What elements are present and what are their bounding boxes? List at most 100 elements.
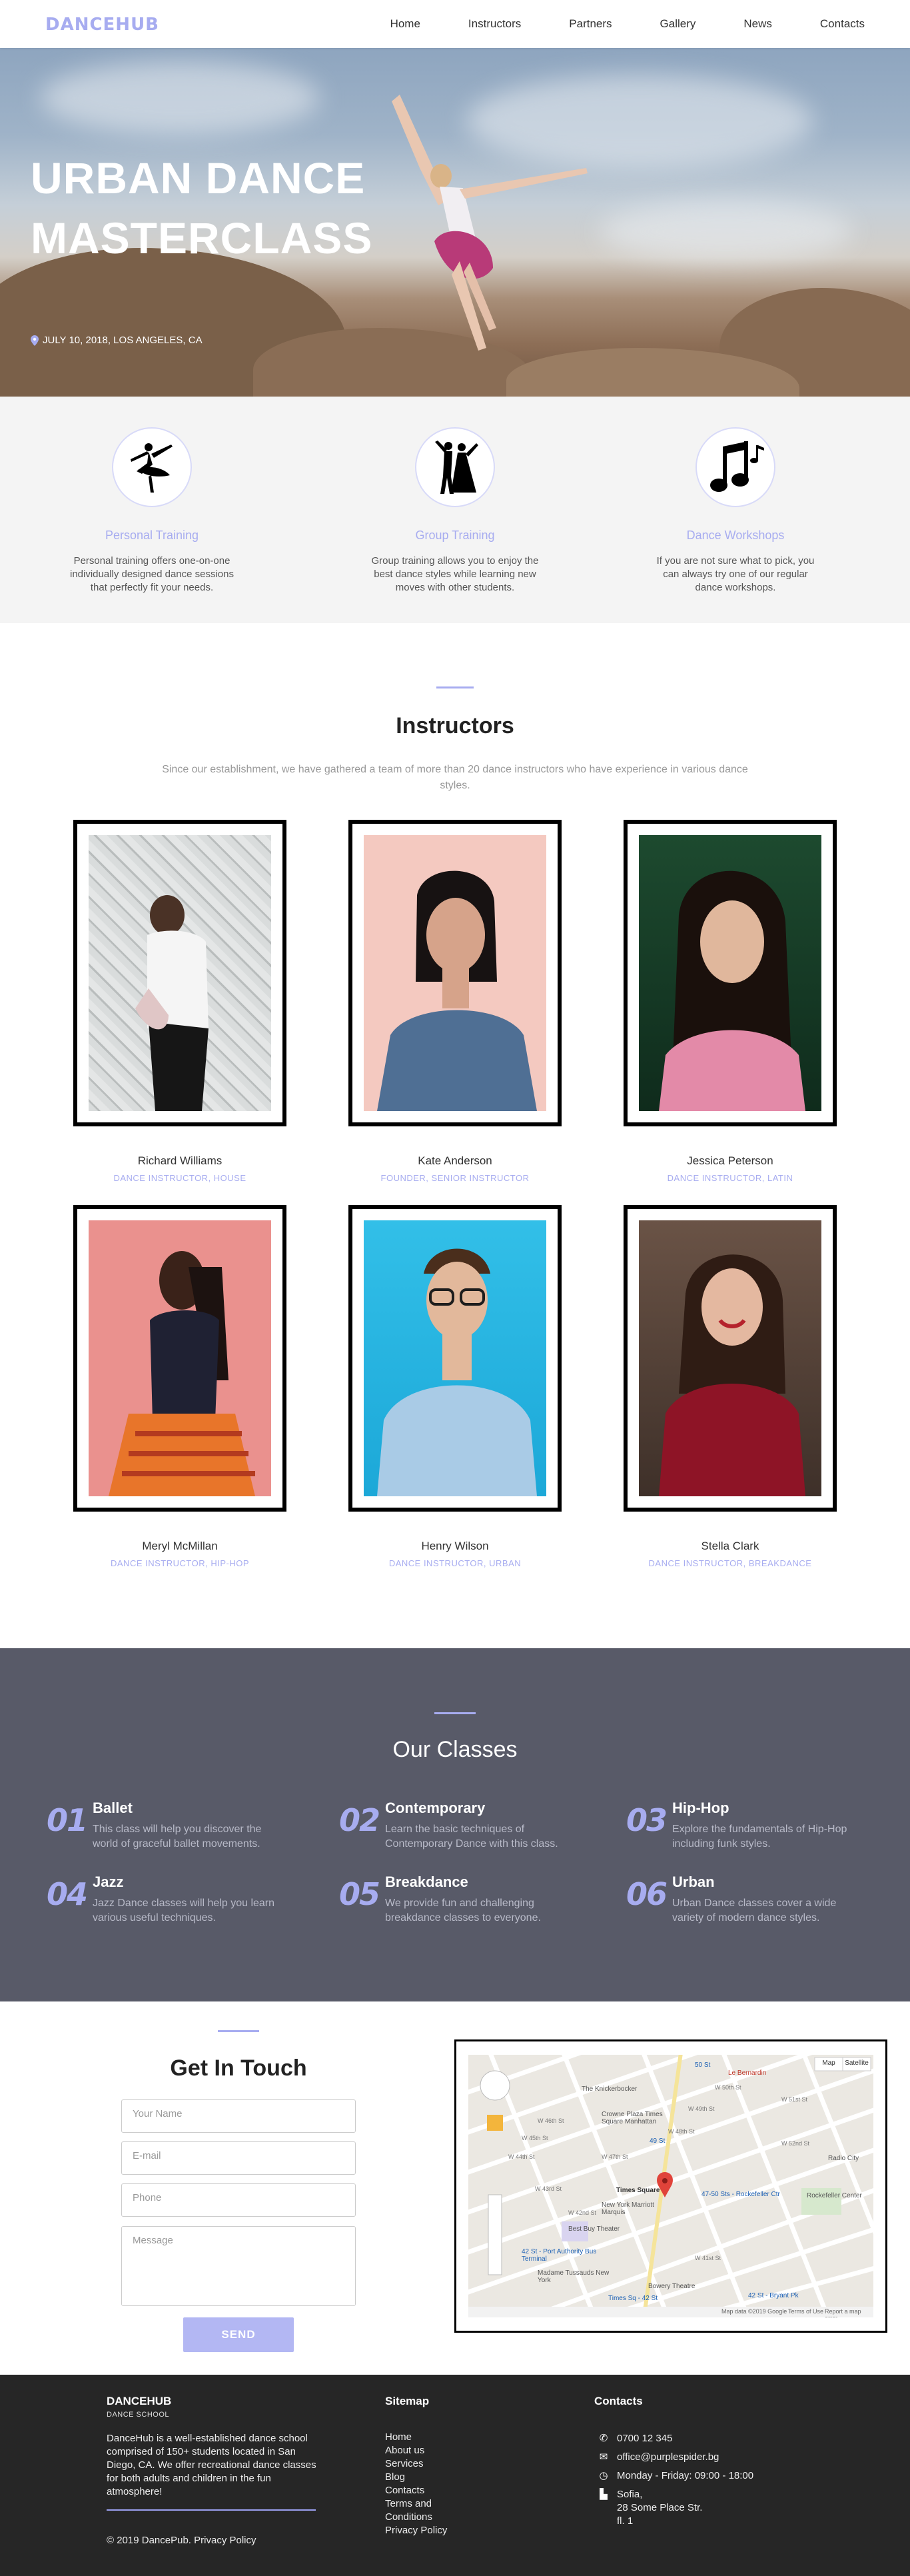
building-icon: ▙: [600, 2489, 608, 2500]
hero-title: URBAN DANCE MASTERCLASS: [31, 148, 372, 268]
map-terms-link[interactable]: Terms of Use: [788, 2308, 823, 2315]
nav-link-gallery[interactable]: Gallery: [660, 17, 696, 31]
feature-group-training: Group Training Group training allows you…: [355, 427, 555, 595]
map-report-link[interactable]: Report a map error: [825, 2308, 873, 2317]
instructor-name: Stella Clark: [701, 1540, 759, 1552]
name-field[interactable]: Your Name: [121, 2099, 356, 2133]
site-footer: DANCEHUB DANCE SCHOOL DanceHub is a well…: [0, 2375, 910, 2576]
class-item[interactable]: 04 Jazz Jazz Dance classes will help you…: [47, 1874, 286, 1933]
nav-link-news[interactable]: News: [743, 17, 772, 31]
sitemap-link-terms[interactable]: Terms and: [385, 2497, 447, 2511]
class-item[interactable]: 01 Ballet This class will help you disco…: [47, 1800, 286, 1860]
google-map[interactable]: Map Satellite Map data ©2019 Google Term…: [468, 2055, 873, 2317]
class-number: 03: [626, 1802, 668, 1838]
sitemap-link-blog[interactable]: Blog: [385, 2471, 447, 2484]
instructor-photo-frame: [348, 1205, 562, 1512]
sitemap-link-about[interactable]: About us: [385, 2444, 447, 2457]
instructor-card[interactable]: Kate Anderson FOUNDER, SENIOR INSTRUCTOR: [348, 820, 562, 1183]
address-line: fl. 1: [617, 2515, 634, 2527]
instructor-card[interactable]: Jessica Peterson DANCE INSTRUCTOR, LATIN: [624, 820, 837, 1183]
sitemap-link-privacy[interactable]: Privacy Policy: [385, 2524, 447, 2537]
instructor-card[interactable]: Henry Wilson DANCE INSTRUCTOR, URBAN: [348, 1205, 562, 1568]
class-title: Contemporary: [385, 1800, 486, 1816]
map-label: 42 St - Port Authority Bus Terminal: [522, 2248, 597, 2263]
sitemap-link-home[interactable]: Home: [385, 2431, 447, 2444]
sitemap-link-services[interactable]: Services: [385, 2457, 447, 2471]
class-description: Learn the basic techniques of Contempora…: [385, 1824, 558, 1850]
hero-event-meta: JULY 10, 2018, LOS ANGELES, CA: [31, 335, 203, 346]
instructor-photo-frame: [73, 820, 286, 1126]
sitemap-link-contacts[interactable]: Contacts: [385, 2484, 447, 2497]
footer-about: DanceHub is a well-established dance sch…: [107, 2433, 316, 2497]
message-field[interactable]: Message: [121, 2226, 356, 2306]
phone-field[interactable]: Phone: [121, 2183, 356, 2217]
contact-email[interactable]: office@purplespider.bg: [617, 2451, 719, 2464]
map-type-satellite-button[interactable]: Satellite: [843, 2059, 871, 2067]
instructor-card[interactable]: Richard Williams DANCE INSTRUCTOR, HOUSE: [73, 820, 286, 1183]
nav-link-contacts[interactable]: Contacts: [820, 17, 865, 31]
class-item[interactable]: 05 Breakdance We provide fun and challen…: [339, 1874, 579, 1933]
class-item[interactable]: 03 Hip-Hop Explore the fundamentals of H…: [626, 1800, 866, 1860]
map-label: The Knickerbocker: [582, 2085, 638, 2093]
instructor-name: Richard Williams: [137, 1154, 223, 1167]
class-title: Jazz: [93, 1874, 124, 1890]
instructor-photo: [639, 1220, 821, 1496]
map-label: Times Square: [616, 2187, 660, 2194]
map-label: W 43rd St: [535, 2185, 562, 2192]
footer-copyright[interactable]: © 2019 DancePub. Privacy Policy: [107, 2535, 256, 2546]
contact-phone[interactable]: 0700 12 345: [617, 2432, 672, 2445]
class-item[interactable]: 02 Contemporary Learn the basic techniqu…: [339, 1800, 579, 1860]
location-pin-icon: [31, 335, 39, 346]
instructor-role: DANCE INSTRUCTOR, HOUSE: [113, 1173, 246, 1183]
map-label: W 50th St: [715, 2084, 741, 2091]
map-type-map-button[interactable]: Map: [815, 2059, 843, 2067]
map-label: Le Bernardin: [728, 2069, 767, 2077]
email-field[interactable]: E-mail: [121, 2141, 356, 2175]
contact-email-row: ✉ office@purplespider.bg: [598, 2451, 719, 2464]
class-description: We provide fun and challenging breakdanc…: [385, 1898, 541, 1924]
map-frame: Map Satellite Map data ©2019 Google Term…: [454, 2039, 887, 2333]
nav-link-home[interactable]: Home: [390, 17, 420, 31]
instructor-card[interactable]: Stella Clark DANCE INSTRUCTOR, BREAKDANC…: [624, 1205, 837, 1568]
hero-cloud: [600, 201, 853, 261]
section-divider: [434, 1712, 476, 1714]
nav-link-partners[interactable]: Partners: [569, 17, 612, 31]
phone-icon: ✆: [599, 2433, 608, 2444]
map-label: 50 St: [695, 2061, 711, 2069]
person-silhouette: [659, 1254, 805, 1496]
send-button[interactable]: SEND: [183, 2317, 294, 2352]
nav-links: Home Instructors Partners Gallery News C…: [342, 17, 865, 31]
class-title: Hip-Hop: [672, 1800, 729, 1816]
map-label: 49 St: [650, 2137, 666, 2145]
hero-banner: URBAN DANCE MASTERCLASS JULY 10, 2018, L…: [0, 48, 910, 397]
contact-address: Sofia, 28 Some Place Str. fl. 1: [617, 2488, 702, 2528]
map-label: Times Sq - 42 St: [608, 2295, 658, 2302]
classes-title: Our Classes: [392, 1737, 518, 1762]
map-label: W 51st St: [781, 2096, 808, 2103]
instructor-role: DANCE INSTRUCTOR, LATIN: [667, 1173, 793, 1183]
nav-link-instructors[interactable]: Instructors: [468, 17, 521, 31]
map-streets: [468, 2055, 873, 2317]
instructor-photo: [89, 1220, 271, 1496]
instructor-photo: [364, 1220, 546, 1496]
feature-text: Personal training offers one-on-one indi…: [70, 555, 234, 593]
footer-divider: [107, 2509, 316, 2511]
sitemap-link-conditions[interactable]: Conditions: [385, 2511, 447, 2524]
ballerina-figure: [392, 95, 588, 351]
map-label: Best Buy Theater: [568, 2225, 620, 2233]
section-divider: [218, 2030, 259, 2032]
instructor-role: DANCE INSTRUCTOR, HIP-HOP: [111, 1558, 249, 1568]
site-logo[interactable]: DANCEHUB: [45, 15, 159, 35]
person-silhouette: [109, 1251, 255, 1496]
class-description: This class will help you discover the wo…: [93, 1824, 262, 1850]
footer-tagline: DANCE SCHOOL: [107, 2411, 170, 2419]
instructor-name: Henry Wilson: [421, 1540, 489, 1552]
instructor-photo-frame: [73, 1205, 286, 1512]
feature-title: Group Training: [415, 529, 495, 542]
map-label: W 41st St: [695, 2255, 721, 2261]
music-notes-icon: [710, 441, 764, 492]
person-silhouette: [377, 1248, 537, 1496]
instructor-card[interactable]: Meryl McMillan DANCE INSTRUCTOR, HIP-HOP: [73, 1205, 286, 1568]
instructor-photo: [364, 835, 546, 1111]
class-item[interactable]: 06 Urban Urban Dance classes cover a wid…: [626, 1874, 866, 1933]
